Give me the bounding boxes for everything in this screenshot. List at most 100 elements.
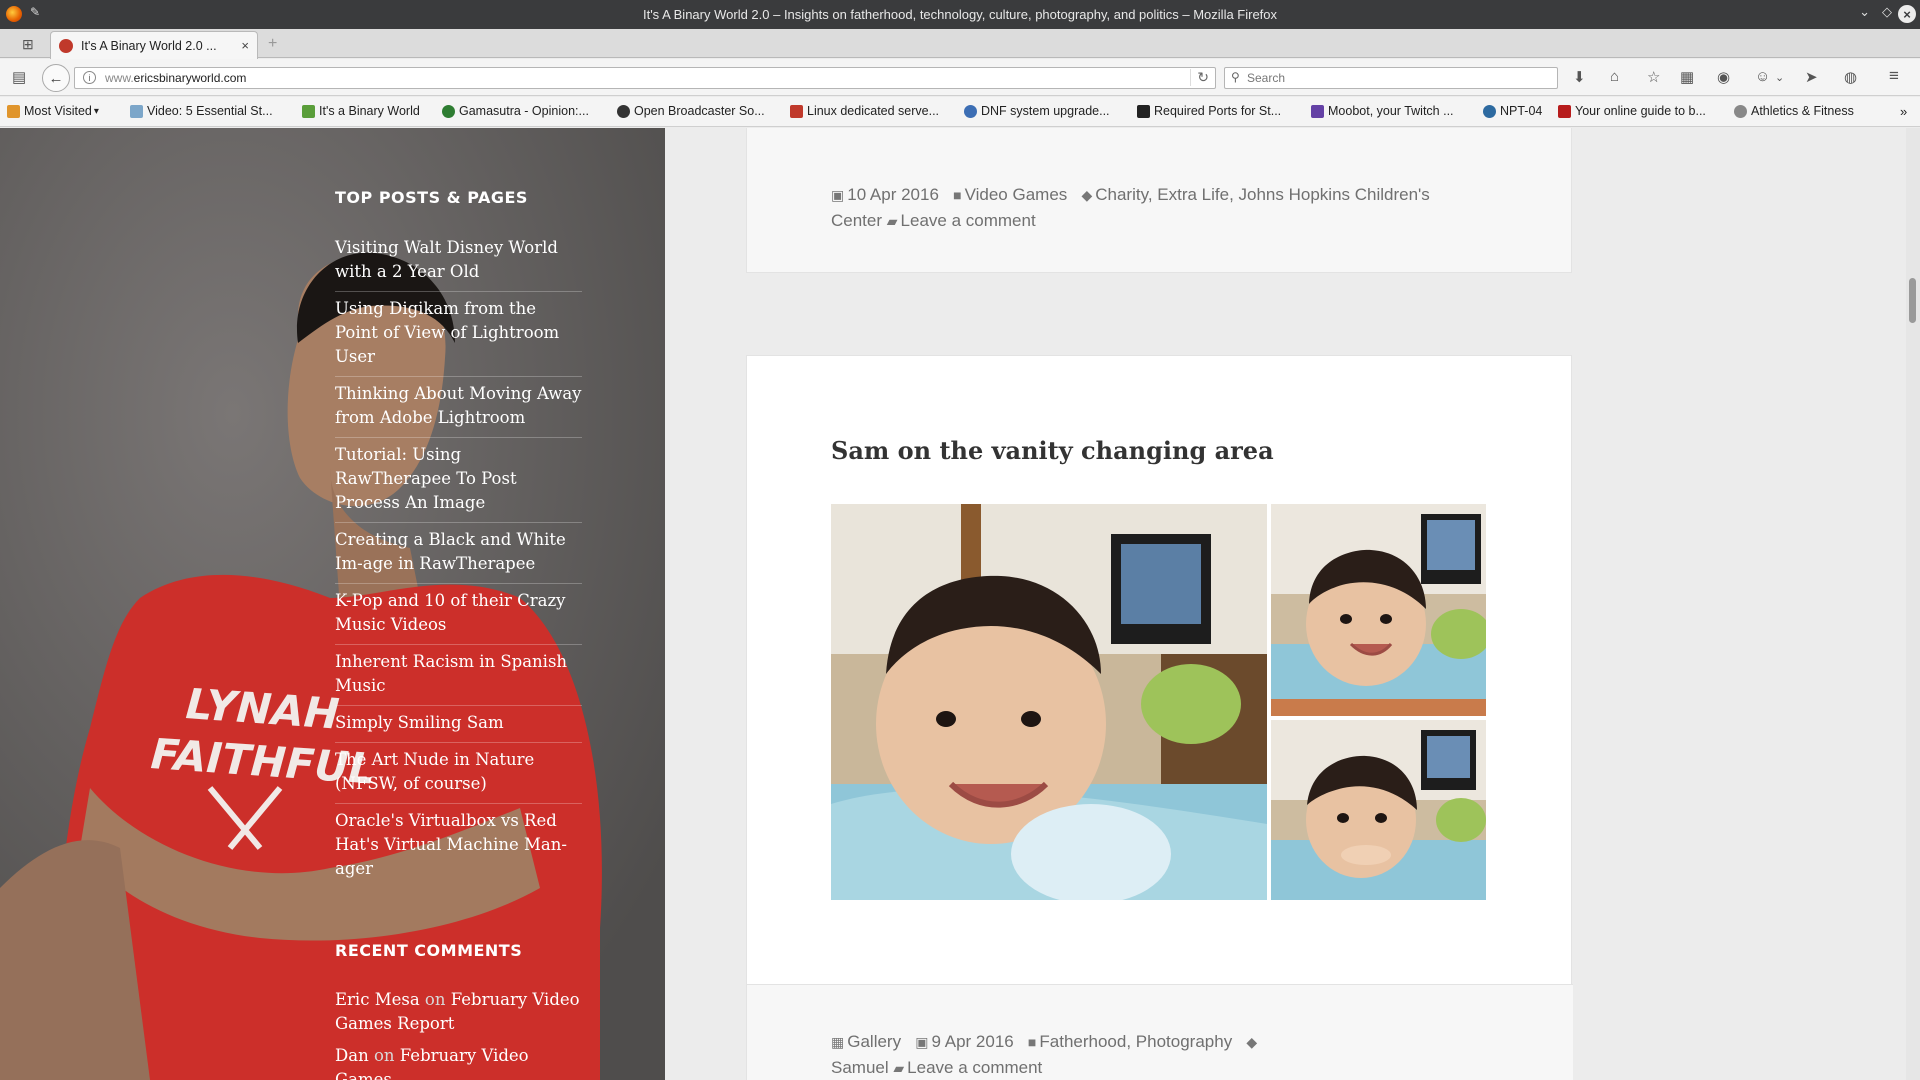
top-post-item[interactable]: Thinking About Moving Away from Adobe Li… xyxy=(335,377,582,438)
bookmark-label: Linux dedicated serve... xyxy=(807,104,940,118)
chevron-down-icon: ▾ xyxy=(93,105,99,117)
top-post-link[interactable]: K-Pop and 10 of their Crazy Music Videos xyxy=(335,591,565,634)
post-tags-link[interactable]: Samuel xyxy=(831,1058,889,1077)
calendar-icon: ▣ xyxy=(915,1034,929,1050)
bookmark-item[interactable]: It's a Binary World xyxy=(302,104,420,118)
previous-post-meta: ▣ 10 Apr 2016 ■ Video Games ◆ Charity, Extr… xyxy=(831,182,1471,234)
leave-comment-link[interactable]: Leave a comment xyxy=(901,211,1036,230)
firefox-icon xyxy=(6,6,22,22)
window-close-button[interactable]: × xyxy=(1898,5,1916,23)
top-post-item[interactable]: Visiting Walt Disney World with a 2 Year… xyxy=(335,231,582,292)
top-post-item[interactable]: Tutorial: Using RawTherapee To Post Proc… xyxy=(335,438,582,523)
post-category-link[interactable]: Video Games xyxy=(965,185,1068,204)
top-post-link[interactable]: Oracle's Virtualbox vs Red Hat's Virtual… xyxy=(335,811,567,878)
search-input[interactable]: ⚲ Search xyxy=(1224,67,1558,89)
site-info-icon[interactable]: i xyxy=(83,71,96,84)
back-button[interactable]: ← xyxy=(42,64,70,92)
top-post-item[interactable]: Creating a Black and White Im-age in Raw… xyxy=(335,523,582,584)
baby-photo-image xyxy=(831,504,1267,900)
top-post-item[interactable]: Simply Smiling Sam xyxy=(335,706,582,743)
bookmark-item[interactable]: DNF system upgrade... xyxy=(964,104,1110,118)
bookmark-item[interactable]: Moobot, your Twitch ... xyxy=(1311,104,1454,118)
web-page: LYNAH FAITHFUL TOP POSTS & PAGES Visitin… xyxy=(0,128,1920,1080)
bookmark-item[interactable]: Your online guide to b... xyxy=(1558,104,1706,118)
send-icon[interactable]: ➤ xyxy=(1805,68,1818,86)
bookmark-label: It's a Binary World xyxy=(319,104,420,118)
folder-icon xyxy=(7,104,20,118)
home-icon[interactable]: ⌂ xyxy=(1610,68,1619,85)
top-post-item[interactable]: Inherent Racism in Spanish Music xyxy=(335,645,582,706)
bookmark-item[interactable]: NPT-04 xyxy=(1483,104,1542,118)
bookmark-most-visited[interactable]: Most Visited ▾ xyxy=(7,104,99,118)
minimize-icon[interactable]: ⌄ xyxy=(1859,4,1870,20)
tab-groups-icon[interactable]: ⊞ xyxy=(22,36,34,53)
page-scrollbar[interactable] xyxy=(1906,128,1920,1080)
reading-list-icon[interactable]: ▦ xyxy=(1680,68,1694,86)
leave-comment-link[interactable]: Leave a comment xyxy=(907,1058,1042,1077)
top-post-link[interactable]: Using Digikam from the Point of View of … xyxy=(335,299,559,366)
gallery-photo-bottom-right[interactable] xyxy=(1271,720,1486,900)
post-card: Sam on the vanity changing area ▦ Galler… xyxy=(746,355,1573,1080)
top-post-link[interactable]: Visiting Walt Disney World with a 2 Year… xyxy=(335,238,558,281)
bookmark-item[interactable]: Athletics & Fitness xyxy=(1734,104,1854,118)
window-titlebar: ✎ It's A Binary World 2.0 – Insights on … xyxy=(0,0,1920,29)
chat-icon[interactable]: ◍ xyxy=(1844,68,1857,86)
gallery-format-icon: ▦ xyxy=(831,1034,845,1050)
comment-author[interactable]: Eric Mesa xyxy=(335,990,420,1009)
scrollbar-thumb[interactable] xyxy=(1909,278,1916,323)
search-icon: ⚲ xyxy=(1231,70,1240,84)
bookmark-star-icon[interactable]: ☆ xyxy=(1647,68,1660,86)
reload-icon[interactable]: ↻ xyxy=(1190,69,1209,86)
bookmarks-overflow-icon[interactable]: » xyxy=(1900,104,1907,119)
maximize-icon[interactable]: ◇ xyxy=(1882,4,1892,20)
top-post-link[interactable]: Thinking About Moving Away from Adobe Li… xyxy=(335,384,581,427)
top-post-link[interactable]: Creating a Black and White Im-age in Raw… xyxy=(335,530,566,573)
post-date-link[interactable]: 9 Apr 2016 xyxy=(932,1032,1014,1051)
extension-icon[interactable]: ☺ xyxy=(1755,68,1770,85)
top-post-link[interactable]: Inherent Racism in Spanish Music xyxy=(335,652,567,695)
post-title[interactable]: Sam on the vanity changing area xyxy=(831,436,1274,465)
tag-icon: ◆ xyxy=(1246,1034,1258,1050)
bookmark-label: Video: 5 Essential St... xyxy=(147,104,273,118)
bookmark-label: Most Visited xyxy=(24,104,92,118)
bookmark-item[interactable]: Video: 5 Essential St... xyxy=(130,104,273,118)
top-post-item[interactable]: Using Digikam from the Point of View of … xyxy=(335,292,582,377)
top-post-link[interactable]: Simply Smiling Sam xyxy=(335,713,504,732)
tab-label: It's A Binary World 2.0 ... xyxy=(81,38,217,53)
post-format-link[interactable]: Gallery xyxy=(847,1032,901,1051)
bookmark-favicon-icon xyxy=(442,104,455,118)
bookmark-item[interactable]: Open Broadcaster So... xyxy=(617,104,765,118)
bookmark-favicon-icon xyxy=(1311,104,1324,118)
top-post-item[interactable]: K-Pop and 10 of their Crazy Music Videos xyxy=(335,584,582,645)
comment-author[interactable]: Dan xyxy=(335,1046,369,1065)
bookmark-favicon-icon xyxy=(964,104,977,118)
sidebar-toggle-icon[interactable]: ▤ xyxy=(12,68,26,86)
url-prefix: www. xyxy=(105,71,134,85)
downloads-icon[interactable]: ⬇ xyxy=(1573,68,1586,86)
post-category-link[interactable]: Fatherhood, Photography xyxy=(1039,1032,1232,1051)
comment-icon: ▰ xyxy=(886,213,898,229)
bookmark-label: Moobot, your Twitch ... xyxy=(1328,104,1454,118)
bookmark-item[interactable]: Linux dedicated serve... xyxy=(790,104,939,118)
bookmark-label: Your online guide to b... xyxy=(1575,104,1706,118)
top-post-link[interactable]: The Art Nude in Nature (NFSW, of course) xyxy=(335,750,534,793)
bookmark-favicon-icon xyxy=(1483,104,1496,118)
menu-hamburger-icon[interactable]: ≡ xyxy=(1889,66,1899,86)
top-post-item[interactable]: Oracle's Virtualbox vs Red Hat's Virtual… xyxy=(335,804,582,888)
url-bar[interactable]: i www. ericsbinaryworld.com ↻ xyxy=(74,67,1216,89)
top-post-link[interactable]: Tutorial: Using RawTherapee To Post Proc… xyxy=(335,445,517,512)
tab-close-icon[interactable]: × xyxy=(241,38,249,53)
pocket-icon[interactable]: ◉ xyxy=(1717,68,1730,86)
new-tab-icon[interactable]: + xyxy=(268,35,277,53)
folder-icon: ■ xyxy=(953,187,962,203)
post-date-link[interactable]: 10 Apr 2016 xyxy=(847,185,939,204)
gallery-photo-top-right[interactable] xyxy=(1271,504,1486,716)
pin-icon[interactable]: ✎ xyxy=(30,5,40,19)
extension-menu-chevron-icon[interactable]: ⌄ xyxy=(1775,71,1784,84)
tab-active[interactable]: It's A Binary World 2.0 ... × xyxy=(50,31,258,59)
gallery-photo-main[interactable] xyxy=(831,504,1267,900)
bookmark-item[interactable]: Gamasutra - Opinion:... xyxy=(442,104,589,118)
top-post-item[interactable]: The Art Nude in Nature (NFSW, of course) xyxy=(335,743,582,804)
bookmark-item[interactable]: Required Ports for St... xyxy=(1137,104,1281,118)
tab-strip: ⊞ It's A Binary World 2.0 ... × + xyxy=(0,29,1920,59)
